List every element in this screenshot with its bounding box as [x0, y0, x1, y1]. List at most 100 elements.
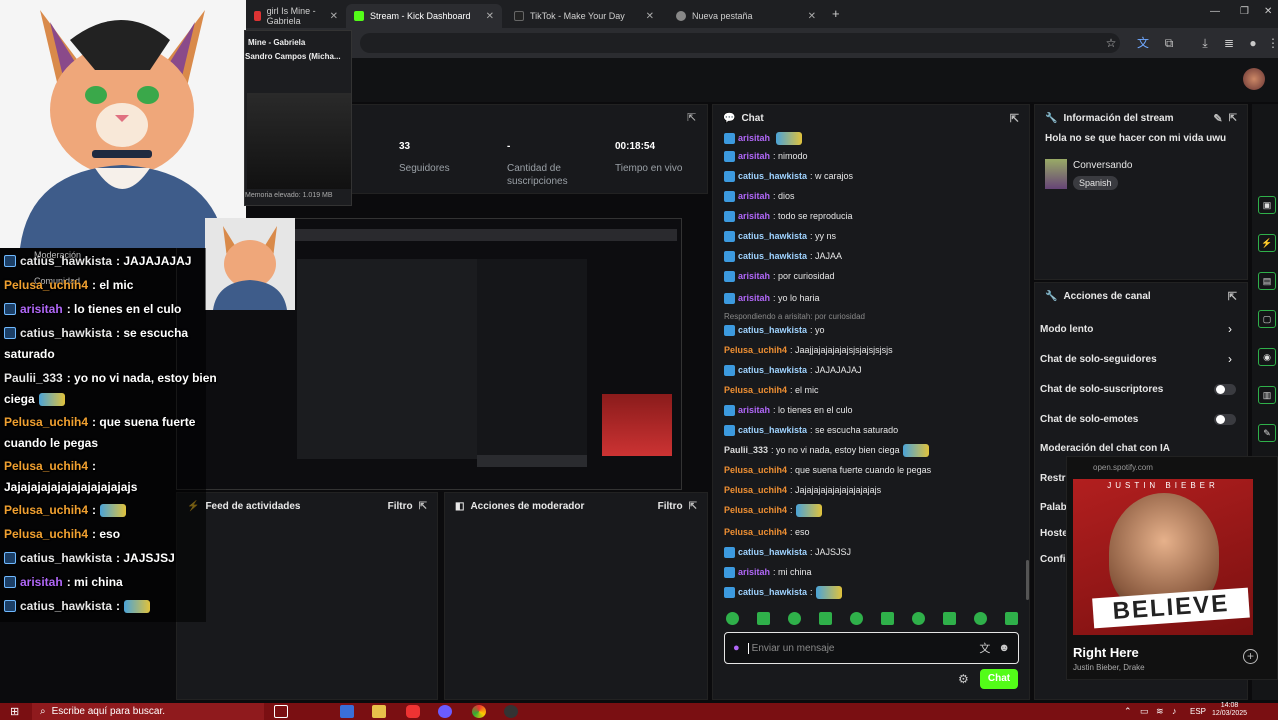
emote-icon[interactable]: [1005, 612, 1018, 625]
clock[interactable]: 14:08 12/03/2025: [1212, 702, 1247, 718]
youtube-app-icon[interactable]: [406, 705, 420, 718]
bookmark-star-icon[interactable]: ☆: [1104, 36, 1118, 50]
file-explorer-icon[interactable]: [372, 705, 386, 718]
chat-username[interactable]: catius_hawkista: [738, 587, 807, 597]
emote-icon[interactable]: [757, 612, 770, 625]
tab-tiktok[interactable]: TikTok - Make Your Day ✕: [506, 4, 662, 28]
emotes-only-toggle[interactable]: [1214, 414, 1236, 425]
chat-username[interactable]: Pelusa_uchih4: [724, 345, 787, 355]
tray-chevron-icon[interactable]: ⌃: [1124, 706, 1132, 717]
action-restrictions[interactable]: Restri: [1040, 473, 1068, 484]
filter-button[interactable]: Filtro: [388, 501, 413, 512]
action-host[interactable]: Hoste: [1040, 528, 1068, 539]
chat-username[interactable]: catius_hawkista: [738, 171, 807, 181]
action-emotes-only[interactable]: Chat de solo-emotes: [1040, 414, 1138, 425]
emoji-icon[interactable]: ☻: [998, 642, 1010, 654]
gear-icon[interactable]: ⚙: [958, 672, 969, 686]
popout-icon[interactable]: ⇱: [1229, 113, 1237, 124]
close-tab-icon[interactable]: ✕: [330, 11, 338, 22]
chat-username[interactable]: arisitah: [738, 133, 770, 143]
emote-icon[interactable]: [819, 612, 832, 625]
close-window-icon[interactable]: ✕: [1264, 6, 1272, 17]
obs-icon[interactable]: [504, 705, 518, 718]
emote-icon[interactable]: [974, 612, 987, 625]
keyboard-lang[interactable]: ESP: [1190, 707, 1206, 716]
tool-icon[interactable]: ▤: [1258, 272, 1276, 290]
popout-icon[interactable]: ⇱: [1010, 112, 1019, 125]
maximize-icon[interactable]: ❐: [1240, 6, 1249, 17]
chat-username[interactable]: Pelusa_uchih4: [724, 485, 787, 495]
url-field[interactable]: [360, 33, 1120, 53]
tab-youtube[interactable]: girl Is Mine - Gabriela ✕: [246, 4, 346, 28]
tool-icon[interactable]: ▢: [1258, 310, 1276, 328]
menu-icon[interactable]: ⋮: [1266, 36, 1278, 50]
emote-icon[interactable]: [726, 612, 739, 625]
emote-icon[interactable]: [788, 612, 801, 625]
chevron-right-icon[interactable]: ›: [1228, 352, 1232, 366]
wifi-icon[interactable]: ≋: [1156, 706, 1164, 717]
chat-username[interactable]: Pelusa_uchih4: [724, 527, 787, 537]
media-hover-card[interactable]: Mine - Gabriela Sandro Campos (Micha... …: [244, 30, 352, 206]
filter-button[interactable]: Filtro: [658, 501, 683, 512]
close-tab-icon[interactable]: ✕: [646, 11, 654, 22]
chat-username[interactable]: Pelusa_uchih4: [724, 465, 787, 475]
user-avatar[interactable]: [1243, 68, 1265, 90]
tool-icon[interactable]: ✎: [1258, 424, 1276, 442]
popout-icon[interactable]: ⇱: [419, 501, 427, 512]
chevron-right-icon[interactable]: ›: [1228, 322, 1232, 336]
close-tab-icon[interactable]: ✕: [486, 11, 494, 22]
chat-username[interactable]: arisitah: [738, 271, 770, 281]
chat-username[interactable]: arisitah: [738, 191, 770, 201]
send-chat-button[interactable]: Chat: [980, 669, 1018, 689]
subscribers-only-toggle[interactable]: [1214, 384, 1236, 395]
action-followers-only[interactable]: Chat de solo-seguidores: [1040, 354, 1157, 365]
emote-icon[interactable]: [850, 612, 863, 625]
taskbar-search[interactable]: ⌕ Escribe aquí para buscar.: [32, 703, 264, 720]
task-view-icon[interactable]: [274, 705, 288, 718]
chat-username[interactable]: catius_hawkista: [738, 251, 807, 261]
tool-icon[interactable]: ▥: [1258, 386, 1276, 404]
chat-username[interactable]: Pelusa_uchih4: [724, 505, 787, 515]
emote-icon[interactable]: [912, 612, 925, 625]
chrome-icon[interactable]: [472, 705, 486, 718]
chat-username[interactable]: arisitah: [738, 211, 770, 221]
add-to-library-icon[interactable]: +: [1243, 649, 1258, 664]
download-icon[interactable]: ⤓: [1198, 36, 1212, 50]
close-tab-icon[interactable]: ✕: [808, 11, 816, 22]
mic-icon[interactable]: ●: [733, 642, 740, 654]
extensions-icon[interactable]: ⧉: [1162, 36, 1176, 50]
chat-username[interactable]: arisitah: [738, 567, 770, 577]
tool-icon[interactable]: ⚡: [1258, 234, 1276, 252]
chat-scrollbar[interactable]: [1026, 560, 1029, 600]
chat-username[interactable]: Paulii_333: [724, 445, 768, 455]
tab-new[interactable]: Nueva pestaña ✕: [668, 4, 824, 28]
network-icon[interactable]: ▭: [1140, 706, 1149, 717]
tool-icon[interactable]: ▣: [1258, 196, 1276, 214]
emote-icon[interactable]: [943, 612, 956, 625]
chat-username[interactable]: catius_hawkista: [738, 325, 807, 335]
chat-username[interactable]: catius_hawkista: [738, 231, 807, 241]
action-slow-mode[interactable]: Modo lento: [1040, 324, 1093, 335]
store-icon[interactable]: [340, 705, 354, 718]
popout-icon[interactable]: ⇱: [689, 501, 697, 512]
discord-icon[interactable]: [438, 705, 452, 718]
tool-icon[interactable]: ◉: [1258, 348, 1276, 366]
reading-list-icon[interactable]: ≣: [1222, 36, 1236, 50]
chat-username[interactable]: catius_hawkista: [738, 547, 807, 557]
profile-icon[interactable]: ●: [1246, 36, 1260, 50]
chat-username[interactable]: arisitah: [738, 151, 770, 161]
chat-username[interactable]: arisitah: [738, 405, 770, 415]
action-ai-moderation[interactable]: Moderación del chat con IA: [1040, 443, 1170, 454]
chat-input[interactable]: ● Enviar un mensaje 文 ☻: [724, 632, 1019, 664]
emote-icon[interactable]: [881, 612, 894, 625]
new-tab-plus-icon[interactable]: +: [832, 6, 840, 21]
minimize-icon[interactable]: —: [1210, 6, 1220, 17]
windows-start-icon[interactable]: ⊞: [10, 705, 19, 718]
popout-icon[interactable]: ⇱: [1228, 290, 1237, 303]
popout-icon[interactable]: ⇱: [687, 111, 696, 124]
chat-username[interactable]: Pelusa_uchih4: [724, 385, 787, 395]
volume-icon[interactable]: ♪: [1172, 706, 1177, 716]
tab-kick-dashboard[interactable]: Stream - Kick Dashboard ✕: [346, 4, 502, 28]
translate-icon[interactable]: 文: [979, 640, 990, 656]
chat-username[interactable]: arisitah: [738, 293, 770, 303]
